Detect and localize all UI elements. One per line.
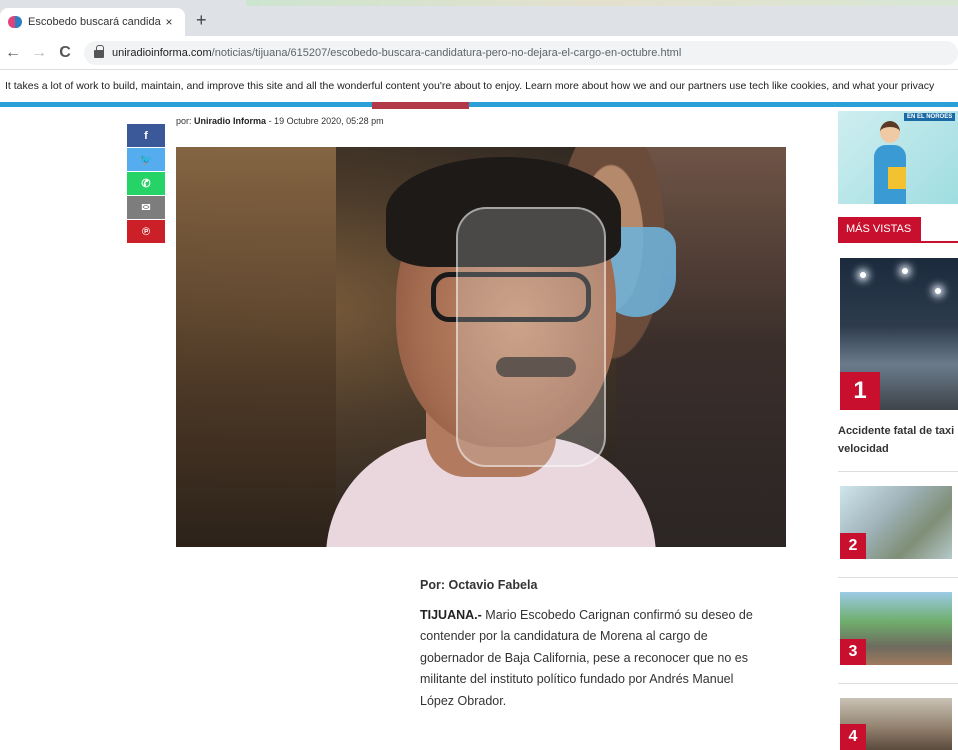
url-domain: uniradioinforma.com [112, 47, 212, 59]
back-arrow-icon[interactable]: ← [0, 44, 26, 62]
caption-line: Accidente fatal de taxi l [838, 425, 958, 437]
email-share-icon[interactable]: ✉ [127, 196, 165, 219]
tab-bar-background-strip [246, 0, 958, 6]
ad-tagline: EN EL NOROES [904, 113, 956, 121]
tab-close-icon[interactable]: × [161, 15, 177, 29]
most-viewed-caption-1[interactable]: Accidente fatal de taxi l velocidad [838, 422, 958, 458]
tab-title: Escobedo buscará candidatura, p [28, 16, 161, 28]
new-tab-icon[interactable]: + [196, 10, 207, 31]
article-hero-image [176, 147, 786, 547]
most-viewed-header: MÁS VISTAS [838, 217, 958, 243]
article-author: Por: Octavio Fabela [420, 578, 538, 592]
browser-tab[interactable]: Escobedo buscará candidatura, p × [0, 8, 185, 36]
caption-line: velocidad [838, 443, 889, 455]
byline-date: - 19 Octubre 2020, 05:28 pm [268, 116, 384, 126]
article-lead-paragraph: TIJUANA.- Mario Escobedo Carignan confir… [420, 605, 755, 713]
photo-face-shield [456, 207, 606, 467]
divider [838, 683, 958, 684]
facebook-share-icon[interactable]: f [127, 124, 165, 147]
url-path: /noticias/tijuana/615207/escobedo-buscar… [211, 47, 682, 59]
reload-icon[interactable]: C [52, 44, 78, 62]
address-toolbar: ← → C uniradioinforma.com/noticias/tijua… [0, 36, 958, 70]
most-viewed-thumbnail-2[interactable]: 2 [840, 486, 952, 559]
ad-student-illustration [872, 117, 908, 204]
twitter-share-icon[interactable]: 🐦 [127, 148, 165, 171]
rank-badge: 3 [840, 639, 866, 665]
most-viewed-thumbnail-1[interactable]: 1 [840, 258, 958, 410]
divider [838, 471, 958, 472]
sidebar-ad-banner[interactable]: EN EL NOROES [838, 111, 958, 204]
divider [838, 577, 958, 578]
lead-place: TIJUANA.- [420, 607, 482, 622]
browser-tab-bar: Escobedo buscará candidatura, p × + [0, 0, 958, 36]
pinterest-share-icon[interactable]: ℗ [127, 220, 165, 243]
whatsapp-share-icon[interactable]: ✆ [127, 172, 165, 195]
rank-badge: 1 [840, 372, 880, 410]
most-viewed-thumbnail-3[interactable]: 3 [840, 592, 952, 665]
url-bar[interactable]: uniradioinforma.com/noticias/tijuana/615… [84, 41, 958, 65]
most-viewed-title: MÁS VISTAS [838, 217, 922, 241]
rank-badge: 2 [840, 533, 866, 559]
cookie-banner: It takes a lot of work to build, maintai… [0, 70, 958, 102]
site-favicon-icon [8, 16, 22, 28]
rank-badge: 4 [840, 724, 866, 750]
most-viewed-thumbnail-4[interactable]: 4 [840, 698, 952, 750]
lock-icon[interactable] [94, 45, 104, 58]
active-nav-indicator [372, 102, 469, 109]
site-nav-bar [0, 102, 958, 109]
forward-arrow-icon[interactable]: → [26, 44, 52, 62]
lead-text: Mario Escobedo Carignan confirmó su dese… [420, 607, 753, 708]
byline-author[interactable]: Uniradio Informa [194, 116, 266, 126]
article-body: Por: Octavio Fabela TIJUANA.- Mario Esco… [420, 575, 755, 712]
share-buttons: f 🐦 ✆ ✉ ℗ [127, 124, 165, 244]
byline-prefix: por: [176, 116, 192, 126]
article-byline: por: Uniradio Informa - 19 Octubre 2020,… [176, 116, 384, 126]
photo-background-left [176, 147, 336, 547]
